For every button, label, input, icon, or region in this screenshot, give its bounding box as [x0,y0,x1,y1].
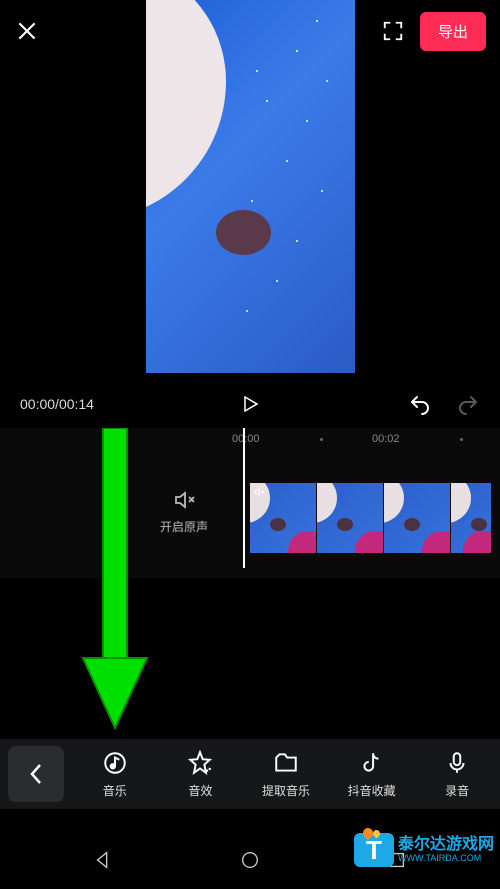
star-icon [187,750,213,776]
tool-record[interactable]: 录音 [414,750,500,799]
ruler-dot [460,438,463,441]
tool-label: 抖音收藏 [348,782,396,799]
playhead[interactable] [243,428,245,568]
export-button[interactable]: 导出 [420,12,486,51]
clip-track[interactable] [250,483,500,553]
douyin-icon [359,750,385,776]
folder-icon [273,750,299,776]
play-icon[interactable] [238,392,262,416]
close-icon[interactable] [14,18,40,44]
ruler-mark: 00:00 [232,433,260,445]
tool-label: 录音 [445,782,469,799]
undo-icon[interactable] [408,392,432,416]
tool-label: 提取音乐 [262,782,310,799]
chevron-left-icon [29,763,43,785]
watermark-url: WWW.TAIRDA.COM [398,853,494,863]
clip-thumbnail[interactable] [250,483,316,553]
timeline-ruler: 00:00 00:02 [0,428,500,450]
playback-bar: 00:00/00:14 [0,384,500,424]
timeline[interactable]: 00:00 00:02 开启原声 [0,428,500,578]
mic-icon [444,750,470,776]
nav-home-icon[interactable] [239,849,261,871]
tool-douyin[interactable]: 抖音收藏 [329,750,415,799]
watermark-text: 泰尔达游戏网 [398,837,494,853]
speaker-muted-icon [253,486,265,498]
clip-thumbnail[interactable] [451,483,491,553]
music-icon [102,750,128,776]
original-sound-toggle[interactable]: 开启原声 [160,488,208,535]
speaker-muted-icon [172,488,196,512]
back-button[interactable] [8,746,64,802]
tool-extract[interactable]: 提取音乐 [243,750,329,799]
watermark-badge: T [354,833,394,867]
ruler-mark: 00:02 [372,433,400,445]
header: 导出 [0,0,500,62]
clip-thumbnail[interactable] [317,483,383,553]
redo-icon[interactable] [456,392,480,416]
tool-music[interactable]: 音乐 [72,750,158,799]
tool-label: 音效 [188,782,212,799]
tool-sfx[interactable]: 音效 [158,750,244,799]
total-time: 00:14 [59,396,94,412]
mute-label: 开启原声 [160,518,208,535]
tool-label: 音乐 [103,782,127,799]
nav-back-icon[interactable] [92,849,114,871]
fullscreen-icon[interactable] [382,20,404,42]
ruler-dot [320,438,323,441]
clip-thumbnail[interactable] [384,483,450,553]
watermark: T 泰尔达游戏网 WWW.TAIRDA.COM [354,833,494,867]
audio-toolbar: 音乐 音效 提取音乐 抖音收藏 录音 [0,739,500,809]
current-time: 00:00 [20,396,55,412]
time-display: 00:00/00:14 [20,396,170,412]
